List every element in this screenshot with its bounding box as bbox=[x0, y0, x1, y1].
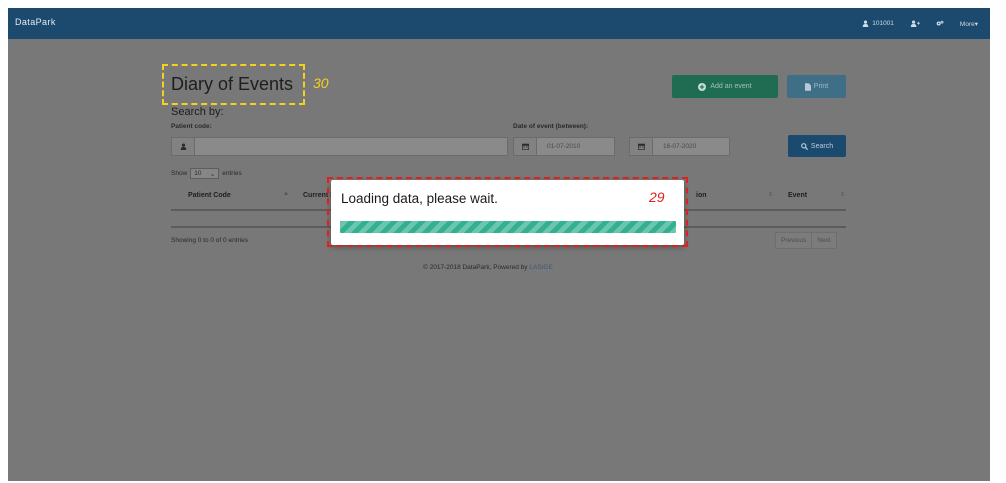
annotation-marker-dialog: 29 bbox=[649, 189, 665, 205]
file-icon bbox=[804, 82, 811, 91]
sort-icon: ⇕ bbox=[768, 192, 774, 198]
calendar-icon bbox=[514, 138, 537, 155]
sort-icon: ⇕ bbox=[840, 192, 846, 198]
show-prefix: Show bbox=[171, 170, 188, 177]
add-user-button[interactable] bbox=[910, 20, 920, 27]
footer: © 2017-2018 DataPark, Powered by LASIGE bbox=[423, 264, 553, 271]
app-frame: DataPark 101001 More▾ Diary of Events 30… bbox=[8, 8, 990, 481]
column-event[interactable]: Event bbox=[788, 192, 807, 199]
previous-page-button[interactable]: Previous bbox=[776, 233, 811, 248]
annotation-box-dialog bbox=[327, 177, 688, 247]
cogs-icon bbox=[936, 20, 944, 26]
column-description[interactable]: ion bbox=[696, 192, 707, 199]
entries-length-control: Show 10 ⌄ entries bbox=[171, 168, 242, 179]
date-to-field[interactable]: 16-07-2020 bbox=[629, 137, 730, 156]
footer-text: © 2017-2018 DataPark, Powered by bbox=[423, 264, 528, 271]
date-to-value: 16-07-2020 bbox=[663, 143, 697, 150]
print-button[interactable]: Print bbox=[787, 75, 846, 98]
search-label: Search bbox=[810, 142, 834, 150]
add-event-button[interactable]: Add an event bbox=[672, 75, 778, 98]
date-from-value: 01-07-2010 bbox=[547, 143, 581, 150]
show-suffix: entries bbox=[222, 170, 242, 177]
chevron-down-icon: ⌄ bbox=[209, 170, 216, 178]
user-icon bbox=[172, 138, 195, 155]
print-label: Print bbox=[813, 83, 829, 90]
calendar-icon bbox=[630, 138, 653, 155]
next-page-button[interactable]: Next bbox=[811, 233, 835, 248]
table-info: Showing 0 to 0 of 0 entries bbox=[171, 237, 248, 244]
user-icon bbox=[862, 20, 869, 27]
footer-link[interactable]: LASIGE bbox=[529, 264, 552, 271]
annotation-marker-title: 30 bbox=[313, 75, 329, 91]
navbar-right: 101001 More▾ bbox=[862, 8, 978, 39]
user-menu[interactable]: 101001 bbox=[862, 20, 894, 27]
entries-select[interactable]: 10 ⌄ bbox=[190, 168, 220, 179]
settings-button[interactable] bbox=[936, 20, 944, 27]
search-button[interactable]: Search bbox=[788, 135, 846, 157]
date-range-label: Date of event (between): bbox=[513, 123, 589, 130]
column-patient-code[interactable]: Patient Code bbox=[188, 192, 231, 199]
sort-asc-icon: ▲ bbox=[283, 191, 289, 197]
user-id: 101001 bbox=[872, 20, 894, 27]
pagination: Previous Next bbox=[775, 232, 837, 249]
brand-logo[interactable]: DataPark bbox=[15, 17, 56, 27]
search-icon bbox=[801, 142, 808, 150]
search-by-heading: Search by: bbox=[171, 106, 224, 118]
user-plus-icon bbox=[910, 20, 920, 27]
date-from-field[interactable]: 01-07-2010 bbox=[513, 137, 615, 156]
patient-code-field[interactable] bbox=[171, 137, 508, 156]
annotation-box-title bbox=[162, 64, 305, 105]
plus-circle-icon bbox=[698, 82, 707, 91]
add-event-label: Add an event bbox=[710, 83, 752, 90]
more-menu[interactable]: More▾ bbox=[960, 20, 978, 28]
entries-select-value: 10 bbox=[194, 170, 202, 177]
navbar: DataPark 101001 More▾ bbox=[8, 8, 990, 39]
patient-code-label: Patient code: bbox=[171, 123, 212, 130]
